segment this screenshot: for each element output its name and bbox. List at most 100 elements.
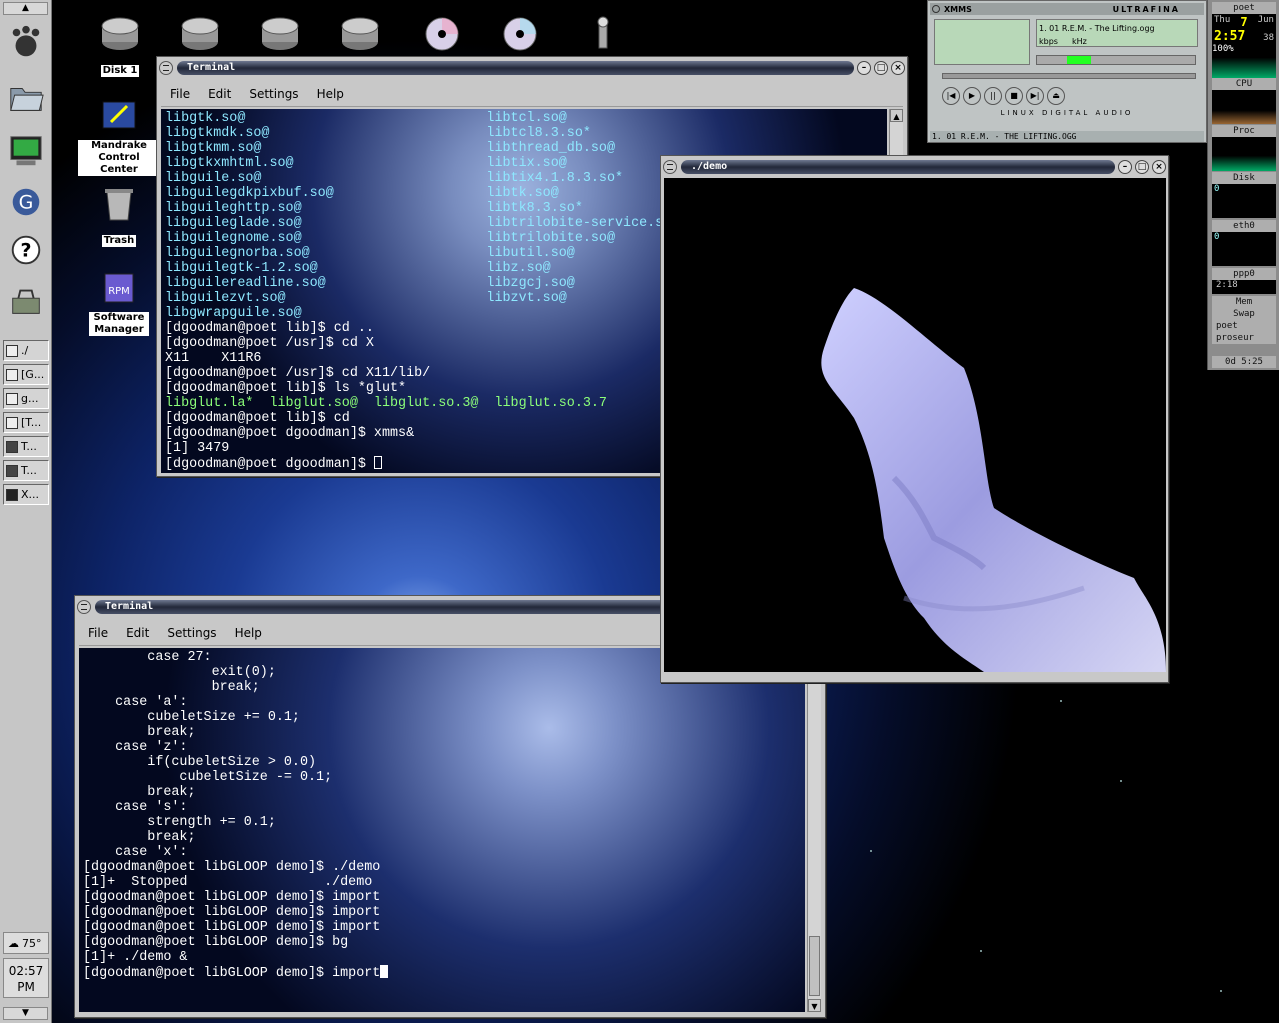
- maximize-button[interactable]: □: [1135, 160, 1149, 174]
- window-menu-button[interactable]: [159, 61, 173, 75]
- panel-clock[interactable]: 02:57 PM: [3, 958, 49, 998]
- terminal-line: libgtkmdk.so@ libtcl8.3.so*: [165, 126, 591, 141]
- dock-month: Jun: [1257, 15, 1274, 25]
- pause-button[interactable]: ||: [984, 87, 1002, 105]
- scrollbar[interactable]: ▼: [807, 648, 821, 1012]
- menu-settings[interactable]: Settings: [240, 87, 307, 101]
- task-label: T...: [21, 464, 37, 477]
- task-label: [T...: [21, 416, 42, 429]
- cdrom-icon[interactable]: [490, 14, 550, 58]
- terminal-line: libgtkmm.so@ libthread_db.so@: [165, 141, 615, 156]
- opengl-render-view[interactable]: [664, 178, 1166, 672]
- menu-file[interactable]: File: [79, 626, 117, 640]
- help-icon[interactable]: ?: [5, 228, 47, 272]
- svg-text:?: ?: [20, 240, 31, 262]
- eject-button[interactable]: ⏏: [1047, 87, 1065, 105]
- text-cursor: [373, 456, 382, 469]
- xmms-player[interactable]: XMMS ULTRAFINA 1. 01 R.E.M. - The Liftin…: [927, 0, 1207, 143]
- terminal-icon: [6, 464, 18, 477]
- task-button[interactable]: [T...: [3, 412, 49, 433]
- menu-settings[interactable]: Settings: [158, 626, 225, 640]
- window-menu-button[interactable]: [77, 600, 91, 614]
- xmms-skin-name: ULTRAFINA: [1112, 4, 1180, 14]
- software-manager-icon[interactable]: RPM Software Manager: [89, 268, 149, 336]
- menu-edit[interactable]: Edit: [117, 626, 158, 640]
- control-center-icon[interactable]: Mandrake Control Center: [78, 96, 160, 176]
- gnome-panel: ▲ G ? ./ [G... g... [T... T... T... X...…: [0, 0, 52, 1023]
- terminal-line: break;: [83, 785, 196, 800]
- window-icon: [6, 344, 18, 357]
- toolbox-icon[interactable]: [5, 280, 47, 324]
- terminal-output[interactable]: case 27: exit(0); break; case 'a': cubel…: [79, 648, 805, 1012]
- menu-edit[interactable]: Edit: [199, 87, 240, 101]
- xmms-menu-icon[interactable]: [932, 5, 940, 13]
- xmms-playlist-bar[interactable]: 1. 01 R.E.M. - THE LIFTING.OGG: [930, 131, 1204, 142]
- task-button[interactable]: T...: [3, 436, 49, 457]
- scroll-up-arrow[interactable]: ▲: [890, 109, 903, 122]
- task-button[interactable]: T...: [3, 460, 49, 481]
- terminal-launcher-icon[interactable]: [5, 128, 47, 172]
- weather-applet[interactable]: ☁ 75°: [3, 932, 49, 954]
- title-bar[interactable]: Terminal – □ ×: [159, 59, 905, 77]
- volume-balance-bar[interactable]: [1036, 55, 1196, 65]
- task-label: X...: [21, 488, 40, 501]
- hard-drive-icon[interactable]: [330, 14, 390, 58]
- hard-drive-icon[interactable]: Disk 1: [90, 14, 150, 77]
- gnome-foot-menu-icon[interactable]: [5, 20, 47, 64]
- dock-uptime: 0d 5:25: [1212, 356, 1276, 368]
- dock-disk-label: Disk: [1212, 172, 1276, 184]
- xmms-titlebar[interactable]: XMMS ULTRAFINA: [930, 3, 1204, 15]
- dock-time: 2:57: [1214, 29, 1246, 44]
- demo-window[interactable]: ./demo – □ ×: [660, 155, 1169, 683]
- hard-drive-icon[interactable]: [250, 14, 310, 58]
- dock-cpu-meter: [1212, 90, 1276, 124]
- window-menu-button[interactable]: [663, 160, 677, 174]
- minimize-button[interactable]: –: [857, 61, 871, 75]
- terminal-line: [dgoodman@poet libGLOOP demo]$ import: [83, 920, 381, 935]
- terminal-line: if(cubeletSize > 0.0): [83, 755, 317, 770]
- xmms-footer: LINUX DIGITAL AUDIO: [1000, 109, 1134, 117]
- close-button[interactable]: ×: [891, 61, 905, 75]
- task-button[interactable]: [G...: [3, 364, 49, 385]
- panel-hide-down-arrow[interactable]: ▼: [3, 1007, 48, 1020]
- terminal-line: [dgoodman@poet libGLOOP demo]$ ./demo: [83, 860, 381, 875]
- file-manager-folder-icon[interactable]: [5, 76, 47, 120]
- dock-user-1: poet: [1212, 320, 1276, 332]
- dock-cpu-label: CPU: [1212, 78, 1276, 90]
- scroll-thumb[interactable]: [809, 936, 820, 996]
- cdrom-icon[interactable]: [412, 14, 472, 58]
- window-icon: [6, 416, 18, 429]
- play-button[interactable]: ▶: [963, 87, 981, 105]
- dock-day: Thu: [1214, 15, 1231, 25]
- gnome-g-icon[interactable]: G: [5, 180, 47, 224]
- next-button[interactable]: ▶|: [1026, 87, 1044, 105]
- stop-button[interactable]: ■: [1005, 87, 1023, 105]
- terminal-line: case 'z':: [83, 740, 188, 755]
- dock-mem-label: Mem: [1212, 296, 1276, 308]
- xmms-time-display: [934, 19, 1030, 65]
- menu-file[interactable]: File: [161, 87, 199, 101]
- kbps-label: kbps: [1039, 37, 1058, 46]
- title-bar[interactable]: ./demo – □ ×: [663, 158, 1166, 176]
- desktop-background: ▲ G ? ./ [G... g... [T... T... T... X...…: [0, 0, 1279, 1023]
- background-star: [980, 950, 982, 952]
- maximize-button[interactable]: □: [874, 61, 888, 75]
- seek-bar[interactable]: [942, 73, 1196, 79]
- background-star: [1220, 990, 1222, 992]
- hard-drive-icon[interactable]: [170, 14, 230, 58]
- task-button[interactable]: g...: [3, 388, 49, 409]
- minimize-button[interactable]: –: [1118, 160, 1132, 174]
- scroll-down-arrow[interactable]: ▼: [808, 999, 821, 1012]
- panel-hide-up-arrow[interactable]: ▲: [3, 2, 48, 15]
- floppy-drive-icon[interactable]: [573, 14, 633, 58]
- dock-user-2: proseur: [1212, 332, 1276, 344]
- task-button[interactable]: ./: [3, 340, 49, 361]
- task-label: ./: [21, 344, 29, 357]
- icon-label: Trash: [101, 235, 137, 247]
- menu-help[interactable]: Help: [226, 626, 271, 640]
- previous-button[interactable]: |◀: [942, 87, 960, 105]
- close-button[interactable]: ×: [1152, 160, 1166, 174]
- task-button[interactable]: X...: [3, 484, 49, 505]
- menu-help[interactable]: Help: [308, 87, 353, 101]
- trash-icon[interactable]: Trash: [89, 184, 149, 247]
